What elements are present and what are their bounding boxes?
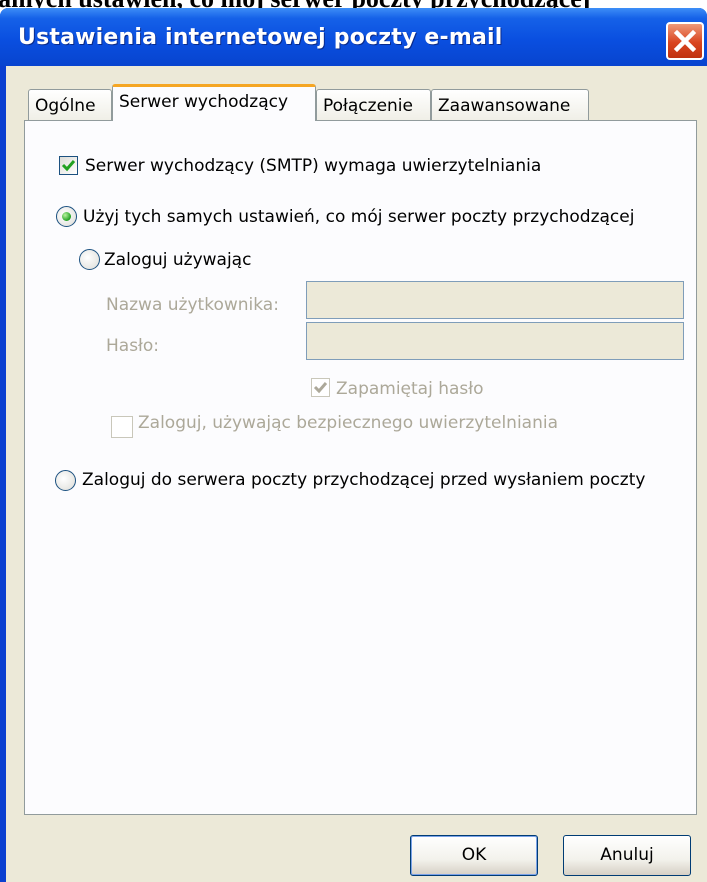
spa-label: Zaloguj, używając bezpiecznego uwierzyte… bbox=[138, 413, 559, 433]
window-title: Ustawienia internetowej poczty e-mail bbox=[18, 25, 503, 50]
tab-serwer-wychodzacy[interactable]: Serwer wychodzący bbox=[112, 84, 316, 121]
tab-panel: Serwer wychodzący (SMTP) wymaga uwierzyt… bbox=[24, 120, 697, 815]
smtp-auth-label: Serwer wychodzący (SMTP) wymaga uwierzyt… bbox=[85, 156, 542, 176]
checkmark-icon bbox=[313, 382, 328, 394]
tab-ogolne[interactable]: Ogólne bbox=[28, 89, 112, 120]
radio-dot-icon bbox=[62, 212, 71, 221]
title-bar[interactable]: Ustawienia internetowej poczty e-mail bbox=[0, 8, 707, 66]
radio-login-using-label: Zaloguj używając bbox=[104, 250, 252, 270]
close-icon bbox=[673, 29, 697, 53]
smtp-auth-checkbox[interactable] bbox=[59, 156, 78, 175]
radio-same-settings-label: Użyj tych samych ustawień, co mój serwer… bbox=[83, 207, 635, 227]
radio-login-using[interactable] bbox=[79, 249, 100, 270]
close-button[interactable] bbox=[666, 22, 704, 60]
tab-polaczenie[interactable]: Połączenie bbox=[316, 89, 431, 120]
tab-polaczenie-label: Połączenie bbox=[323, 96, 413, 116]
tab-serwer-wychodzacy-label: Serwer wychodzący bbox=[119, 92, 289, 112]
tab-zaawansowane-label: Zaawansowane bbox=[438, 96, 571, 116]
remember-password-checkbox[interactable] bbox=[311, 378, 330, 397]
cancel-button[interactable]: Anuluj bbox=[563, 835, 691, 876]
tab-ogolne-label: Ogólne bbox=[35, 96, 96, 116]
ok-button[interactable]: OK bbox=[410, 835, 538, 876]
radio-login-incoming-first[interactable] bbox=[55, 470, 76, 491]
spa-checkbox[interactable] bbox=[111, 416, 133, 438]
password-label: Hasło: bbox=[106, 336, 160, 356]
dialog-window: Ustawienia internetowej poczty e-mail Og… bbox=[0, 8, 707, 882]
checkmark-icon bbox=[61, 160, 76, 172]
tab-zaawansowane[interactable]: Zaawansowane bbox=[431, 89, 589, 120]
username-label: Nazwa użytkownika: bbox=[106, 295, 279, 315]
radio-login-incoming-first-label: Zaloguj do serwera poczty przychodzącej … bbox=[82, 470, 646, 490]
remember-password-label: Zapamiętaj hasło bbox=[336, 379, 484, 399]
dialog-client: Ogólne Serwer wychodzący Połączenie Zaaw… bbox=[6, 66, 707, 882]
username-field[interactable] bbox=[306, 281, 684, 319]
radio-same-settings[interactable] bbox=[56, 206, 77, 227]
password-field[interactable] bbox=[306, 322, 684, 360]
